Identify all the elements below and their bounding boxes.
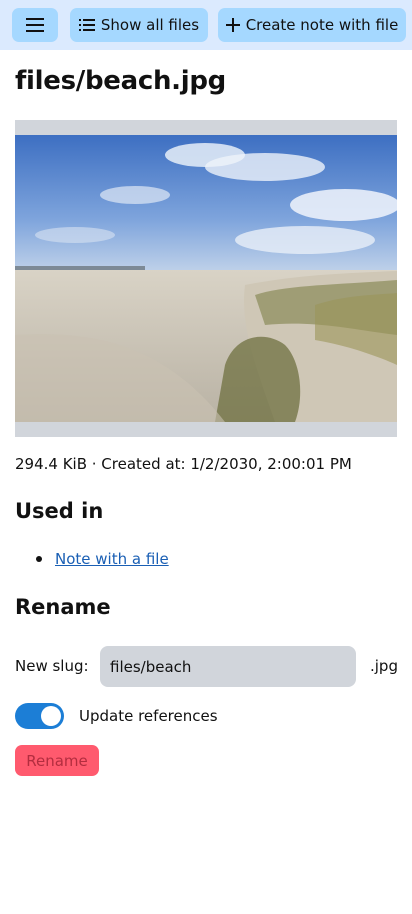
- image-preview: [15, 120, 397, 437]
- top-toolbar: Show all files Create note with file: [0, 0, 412, 50]
- plus-icon: [225, 18, 240, 32]
- update-references-label: Update references: [79, 707, 218, 725]
- create-note-with-file-button[interactable]: Create note with file: [218, 8, 406, 42]
- hamburger-menu-icon: [26, 18, 44, 32]
- beach-photo: [15, 135, 397, 422]
- rename-heading: Rename: [15, 595, 111, 619]
- create-note-label: Create note with file: [245, 16, 399, 34]
- used-in-list: Note with a file: [36, 550, 169, 568]
- bullet: [36, 556, 42, 562]
- list-icon: [78, 19, 95, 31]
- show-all-files-button[interactable]: Show all files: [70, 8, 208, 42]
- page-title: files/beach.jpg: [15, 66, 226, 96]
- slug-extension: .jpg: [370, 657, 398, 675]
- menu-button[interactable]: [12, 8, 58, 42]
- update-references-toggle[interactable]: [15, 703, 64, 729]
- show-all-files-label: Show all files: [100, 16, 200, 34]
- note-link[interactable]: Note with a file: [55, 550, 169, 568]
- slug-label: New slug:: [15, 657, 89, 675]
- list-item: Note with a file: [36, 550, 169, 568]
- toggle-knob: [41, 706, 61, 726]
- slug-input[interactable]: [100, 646, 356, 687]
- rename-button[interactable]: Rename: [15, 745, 99, 776]
- used-in-heading: Used in: [15, 499, 104, 523]
- file-meta: 294.4 KiB · Created at: 1/2/2030, 2:00:0…: [15, 455, 352, 473]
